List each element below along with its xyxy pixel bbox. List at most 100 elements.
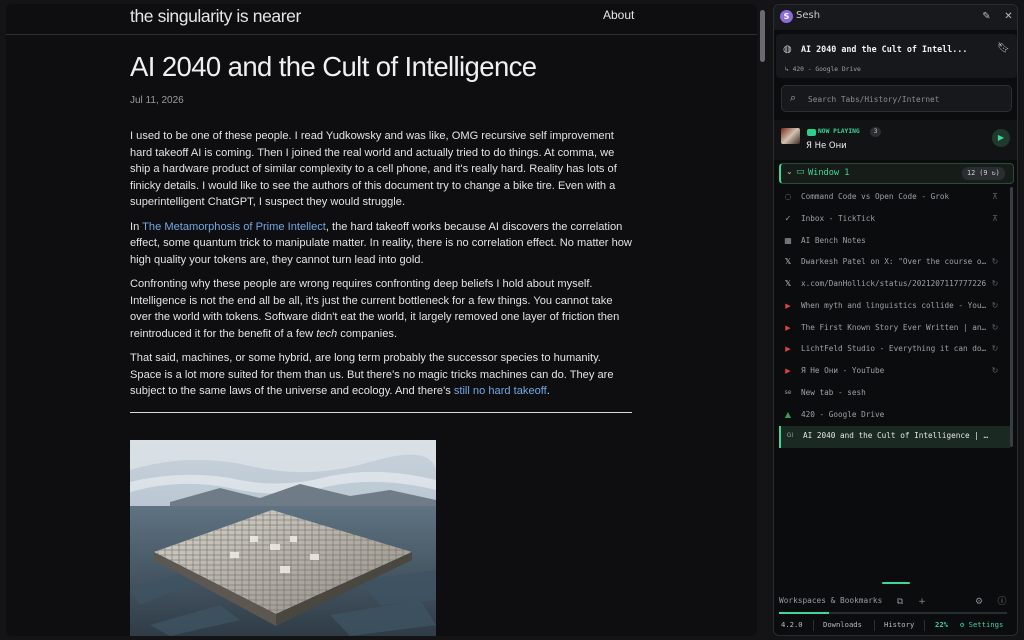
status-bar: 4.2.0 Downloads History 22% ⚙ Settings xyxy=(774,616,1017,635)
article-image xyxy=(130,440,436,636)
youtube-icon: ▶ xyxy=(785,301,791,310)
tab-title: Dwarkesh Patel on X: "Over the course of… xyxy=(801,257,989,267)
gear-icon: ⚙ xyxy=(960,620,965,629)
tab-action-icon[interactable]: ↻ xyxy=(989,279,1001,288)
tab-title: New tab - sesh xyxy=(801,387,866,397)
status-divider xyxy=(924,620,925,631)
tab-row[interactable]: ▶ When myth and linguistics collide - You… xyxy=(779,296,1010,318)
tab-row[interactable]: ▶ The First Known Story Ever Written | an… xyxy=(779,318,1010,340)
site-header: the singularity is nearer About xyxy=(6,4,757,35)
tab-row[interactable]: ▶ Я Не Они - YouTube ↻ xyxy=(779,361,1010,383)
tab-row[interactable]: GI AI 2040 and the Cult of Intelligence |… xyxy=(779,426,1010,448)
youtube-icon: ▶ xyxy=(785,323,791,332)
tab-title: Inbox - TickTick xyxy=(801,213,876,223)
tab-row[interactable]: se New tab - sesh xyxy=(779,383,1010,405)
tab-row[interactable]: ▲ 420 - Google Drive xyxy=(779,405,1010,427)
globe-icon: ◍ xyxy=(783,44,792,55)
status-divider xyxy=(813,620,814,631)
tab-title: x.com/DanHollick/status/2021207117777226 xyxy=(801,279,987,288)
tab-row[interactable]: ▦ AI Bench Notes xyxy=(779,231,1010,253)
bookmark-icon[interactable]: 🔖︎ xyxy=(997,43,1010,54)
tab-action-icon[interactable]: ⊼ xyxy=(989,214,1001,223)
tab-title: 420 - Google Drive xyxy=(801,409,885,419)
about-link[interactable]: About xyxy=(603,8,634,22)
workspaces-label[interactable]: Workspaces & Bookmarks xyxy=(779,596,882,605)
tab-title: LichtFeld Studio - Everything it can do … xyxy=(801,344,989,354)
tab-action-icon[interactable]: ↻ xyxy=(989,257,1001,266)
tab-action-icon[interactable]: ↻ xyxy=(989,301,1001,310)
version-label: 4.2.0 xyxy=(781,620,803,629)
sesh-logo-icon: S xyxy=(780,10,793,23)
sidebar-scrollbar[interactable] xyxy=(1010,187,1013,447)
tab-title: AI 2040 and the Cult of Intelligence | t… xyxy=(803,431,991,441)
search-box[interactable]: ⌕ xyxy=(781,85,1012,112)
main-scroll-thumb[interactable] xyxy=(760,10,765,62)
progress-bar xyxy=(779,612,1007,614)
article-title: AI 2040 and the Cult of Intelligence xyxy=(130,51,537,82)
tab-action-icon[interactable]: ↻ xyxy=(989,366,1001,375)
article-body: I used to be one of these people. I read… xyxy=(130,128,632,408)
play-button[interactable]: ▶ xyxy=(992,129,1010,147)
sesh-sidebar: S Sesh ✎ ✕ ◍ AI 2040 and the Cult of Int… xyxy=(773,4,1018,636)
youtube-icon: ▶ xyxy=(785,345,791,354)
paragraph-2: In The Metamorphosis of Prime Intellect,… xyxy=(130,220,632,266)
hard-takeoff-link[interactable]: still no hard takeoff xyxy=(454,385,547,397)
tab-list: ◌ Command Code vs Open Code - Grok ⊼ ✓ Inbox… xyxy=(779,187,1014,448)
history-link[interactable]: History xyxy=(884,620,914,629)
progress-fill xyxy=(779,612,830,614)
current-tab-title: AI 2040 and the Cult of Intell... xyxy=(801,44,968,54)
search-input[interactable] xyxy=(808,92,1003,106)
chevron-down-icon[interactable]: ⌄ xyxy=(786,167,793,176)
site-title[interactable]: the singularity is nearer xyxy=(130,6,301,27)
current-tab-parent[interactable]: ↳ 420 - Google Drive xyxy=(785,66,861,73)
prime-intellect-link[interactable]: The Metamorphosis of Prime Intellect xyxy=(142,221,326,233)
monitor-icon: ▭ xyxy=(796,167,805,177)
tab-row[interactable]: ▶ LichtFeld Studio - Everything it can do… xyxy=(779,339,1010,361)
paragraph-3: Confronting why these people are wrong r… xyxy=(130,278,620,340)
article-date: Jul 11, 2026 xyxy=(130,95,184,106)
main-scrollbar[interactable] xyxy=(759,6,766,636)
paragraph-4: That said, machines, or some hybrid, are… xyxy=(130,352,614,397)
horizontal-rule xyxy=(130,412,632,413)
tab-row[interactable]: 𝕏 Dwarkesh Patel on X: "Over the course o… xyxy=(779,252,1010,274)
plus-icon[interactable]: + xyxy=(915,595,929,609)
current-tab-card[interactable]: ◍ AI 2040 and the Cult of Intell... 🔖︎ ↳… xyxy=(776,34,1017,78)
gear-icon[interactable]: ⚙ xyxy=(972,595,986,609)
tab-action-icon[interactable]: ↻ xyxy=(989,323,1001,332)
now-playing-label: NOW PLAYING xyxy=(818,128,860,135)
window-group-header[interactable]: ⌄ ▭ Window 1 12 (9 ↻) xyxy=(779,163,1014,184)
tab-row[interactable]: ◌ Command Code vs Open Code - Grok ⊼ xyxy=(779,187,1010,209)
notes-icon: ▦ xyxy=(784,235,792,245)
downloads-link[interactable]: Downloads xyxy=(823,620,862,629)
settings-button[interactable]: ⚙ Settings xyxy=(960,620,1003,629)
close-icon[interactable]: ✕ xyxy=(1001,9,1016,24)
floating-city-image xyxy=(130,440,436,636)
tab-title: When myth and linguistics collide - YouT… xyxy=(801,300,989,310)
sidebar-header: S Sesh ✎ ✕ xyxy=(774,5,1017,30)
pin-icon[interactable]: ✎ xyxy=(979,9,994,24)
tab-action-icon[interactable]: ↻ xyxy=(989,344,1001,353)
tab-title: Command Code vs Open Code - Grok xyxy=(801,192,950,201)
tab-action-icon[interactable]: ⊼ xyxy=(989,192,1001,201)
grok-icon: ◌ xyxy=(784,192,792,201)
status-divider xyxy=(874,620,875,631)
add-workspace-icon[interactable]: ⧉ xyxy=(893,595,907,609)
info-icon[interactable]: ⓘ xyxy=(995,595,1009,609)
article-pane: the singularity is nearer About AI 2040 … xyxy=(6,4,757,636)
workspaces-bar: Workspaces & Bookmarks ⧉ + ⚙ ⓘ xyxy=(774,590,1017,614)
x-icon: 𝕏 xyxy=(784,257,792,267)
tab-row[interactable]: 𝕏x.com/DanHollick/status/202120711777722… xyxy=(779,274,1010,296)
page-indicator xyxy=(882,582,910,584)
sesh-icon: se xyxy=(784,388,792,396)
tab-row[interactable]: ✓ Inbox - TickTick ⊼ xyxy=(779,209,1010,231)
ticktick-icon: ✓ xyxy=(784,213,792,223)
now-playing-count: 3 xyxy=(870,127,881,137)
tab-title: Я Не Они - YouTube xyxy=(801,366,885,375)
now-playing-thumbnail xyxy=(781,128,800,144)
now-playing-card[interactable]: NOW PLAYING 3 Я Не Они ▶ xyxy=(774,120,1017,160)
page-icon: GI xyxy=(786,432,794,440)
sidebar-title: Sesh xyxy=(796,10,821,21)
x-icon: 𝕏 xyxy=(784,279,792,288)
usage-percent: 22% xyxy=(935,620,948,629)
play-badge-icon xyxy=(807,129,816,136)
